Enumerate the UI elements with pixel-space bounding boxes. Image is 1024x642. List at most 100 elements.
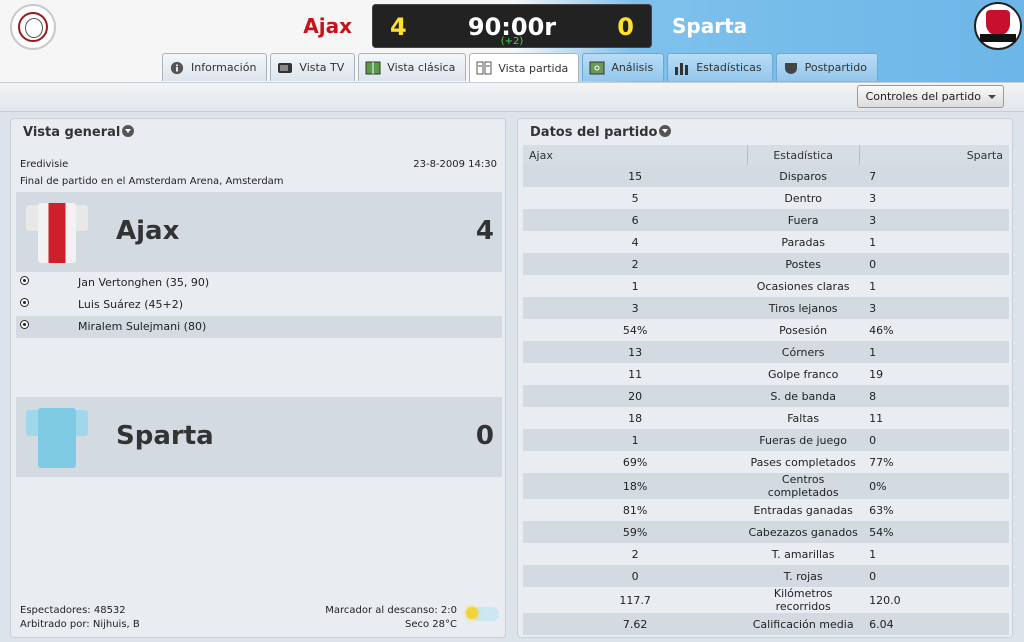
home-team-title[interactable]: Ajax bbox=[116, 216, 179, 246]
stat-label: Paradas bbox=[781, 235, 825, 249]
stat-away-value: 3 bbox=[859, 209, 1009, 231]
stat-label: Golpe franco bbox=[767, 367, 839, 381]
match-controls-button[interactable]: Controles del partido bbox=[856, 85, 1004, 108]
stat-away-value: 46% bbox=[869, 323, 894, 337]
stats-row: 2 Postes 0 bbox=[523, 253, 1009, 275]
stats-row: 15 Disparos 7 bbox=[523, 165, 1009, 187]
stat-label: Fueras de juego bbox=[747, 429, 860, 451]
match-header: Ajax 4 90:00r (+2) 0 Sparta Información … bbox=[0, 0, 1024, 82]
away-team-title[interactable]: Sparta bbox=[116, 421, 214, 451]
home-team-block: Ajax 4 bbox=[16, 192, 502, 272]
stat-label: T. rojas bbox=[747, 565, 860, 587]
overview-title-label: Vista general bbox=[23, 125, 121, 140]
stats-body: 15 Disparos 7 5 Dentro 3 6 Fuera 3 4 Paradas 1 2 Post… bbox=[523, 165, 1009, 635]
tab-vista-partida[interactable]: Vista partida bbox=[469, 53, 580, 82]
stats-row: 20 S. de banda 8 bbox=[523, 385, 1009, 407]
stat-label: Kilómetros recorridos bbox=[773, 587, 833, 613]
tab-label: Análisis bbox=[611, 61, 654, 74]
stat-away-value: 120.0 bbox=[869, 593, 901, 607]
stats-row: 59% Cabezazos ganados 54% bbox=[523, 521, 1009, 543]
stat-label: Centros completados bbox=[747, 473, 860, 499]
stats-row: 7.62 Calificación media 6.04 bbox=[523, 613, 1009, 635]
tab-analisis[interactable]: Análisis bbox=[582, 53, 665, 81]
stat-label: T. amarillas bbox=[771, 547, 835, 561]
tab-label: Estadísticas bbox=[696, 61, 762, 74]
column-header-away[interactable]: Sparta bbox=[859, 145, 1009, 165]
stats-row: 81% Entradas ganadas 63% bbox=[523, 499, 1009, 521]
ball-icon bbox=[20, 298, 29, 307]
away-team-block: Sparta 0 bbox=[16, 397, 502, 477]
dropdown-icon[interactable] bbox=[659, 125, 672, 137]
stat-home-value: 18% bbox=[523, 473, 748, 499]
tab-label: Vista clásica bbox=[387, 61, 456, 74]
stat-away-value: 0 bbox=[859, 565, 1009, 587]
dropdown-icon[interactable] bbox=[122, 125, 135, 137]
column-header-stat[interactable]: Estadística bbox=[747, 145, 860, 165]
stat-label: Córners bbox=[747, 341, 860, 363]
sun-icon bbox=[466, 607, 478, 619]
tab-label: Vista partida bbox=[498, 61, 569, 75]
stat-home-value: 6 bbox=[523, 209, 748, 231]
referee-label: Arbitrado por: Nijhuis, B bbox=[20, 619, 140, 630]
stats-header-row: Ajax Estadística Sparta bbox=[523, 145, 1009, 165]
stats-row: 3 Tiros lejanos 3 bbox=[523, 297, 1009, 319]
stat-label: Faltas bbox=[787, 411, 820, 425]
bar-chart-icon bbox=[675, 62, 689, 75]
ball-icon bbox=[20, 276, 29, 285]
tab-vista-clasica[interactable]: Vista clásica bbox=[358, 53, 467, 81]
stat-away-value: 0 bbox=[859, 253, 1009, 275]
stat-home-value: 2 bbox=[631, 547, 639, 561]
added-time: (+2) bbox=[500, 36, 524, 47]
stat-away-value: 1 bbox=[869, 279, 877, 293]
stat-label: Posesión bbox=[779, 323, 828, 337]
home-team-name[interactable]: Ajax bbox=[290, 14, 352, 38]
stats-row: 18 Faltas 11 bbox=[523, 407, 1009, 429]
stat-home-value: 20 bbox=[523, 385, 748, 407]
stat-home-value: 54% bbox=[622, 323, 648, 337]
stat-away-value: 7 bbox=[859, 165, 1009, 187]
goal-scorer[interactable]: Luis Suárez (45+2) bbox=[78, 298, 183, 311]
goal-scorer[interactable]: Miralem Sulejmani (80) bbox=[78, 320, 206, 333]
stats-row: 1 Ocasiones claras 1 bbox=[523, 275, 1009, 297]
analysis-icon bbox=[589, 61, 605, 74]
away-team-name[interactable]: Sparta bbox=[672, 14, 747, 38]
scoreboard: 4 90:00r (+2) 0 bbox=[372, 4, 652, 48]
match-controls-label: Controles del partido bbox=[865, 90, 981, 103]
goal-scorer[interactable]: Jan Vertonghen (35, 90) bbox=[78, 276, 209, 289]
ball-icon bbox=[20, 320, 29, 329]
tv-icon bbox=[278, 62, 293, 73]
stat-home-value: 81% bbox=[622, 503, 648, 517]
stat-home-value: 13 bbox=[523, 341, 748, 363]
stat-label: Cabezazos ganados bbox=[747, 521, 860, 543]
toolbar: Controles del partido bbox=[0, 82, 1024, 112]
stat-home-value: 11 bbox=[628, 367, 643, 381]
info-icon bbox=[170, 61, 184, 74]
stats-row: 13 Córners 1 bbox=[523, 341, 1009, 363]
venue-label: Final de partido en el Amsterdam Arena, … bbox=[20, 176, 284, 187]
column-header-home[interactable]: Ajax bbox=[523, 145, 748, 165]
stats-row: 18% Centros completados 0% bbox=[523, 473, 1009, 499]
goal-row: Jan Vertonghen (35, 90) bbox=[16, 272, 502, 294]
overview-panel: Vista general Eredivisie 23-8-2009 14:30… bbox=[10, 118, 506, 638]
stat-away-value: 11 bbox=[869, 411, 884, 425]
stat-home-value: 1 bbox=[523, 429, 748, 451]
stat-label: S. de banda bbox=[747, 385, 860, 407]
tab-label: Vista TV bbox=[299, 61, 345, 74]
stat-label: Ocasiones claras bbox=[756, 279, 850, 293]
stat-home-value: 2 bbox=[523, 253, 748, 275]
stat-label: Tiros lejanos bbox=[747, 297, 860, 319]
tab-label: Información bbox=[191, 61, 257, 74]
away-score: 0 bbox=[617, 13, 634, 41]
tab-postpartido[interactable]: Postpartido bbox=[775, 53, 878, 81]
match-stats-title[interactable]: Datos del partido bbox=[530, 125, 672, 140]
stat-away-value: 6.04 bbox=[859, 613, 1009, 635]
tab-informacion[interactable]: Información bbox=[162, 53, 268, 81]
tab-estadisticas[interactable]: Estadísticas bbox=[667, 53, 773, 81]
tab-vista-tv[interactable]: Vista TV bbox=[270, 53, 356, 81]
ajax-kit-icon bbox=[26, 199, 88, 263]
stat-away-value: 1 bbox=[869, 235, 877, 249]
overview-title[interactable]: Vista general bbox=[23, 125, 135, 140]
stat-away-value: 63% bbox=[869, 503, 894, 517]
stats-row: 6 Fuera 3 bbox=[523, 209, 1009, 231]
stat-label: Disparos bbox=[747, 165, 860, 187]
